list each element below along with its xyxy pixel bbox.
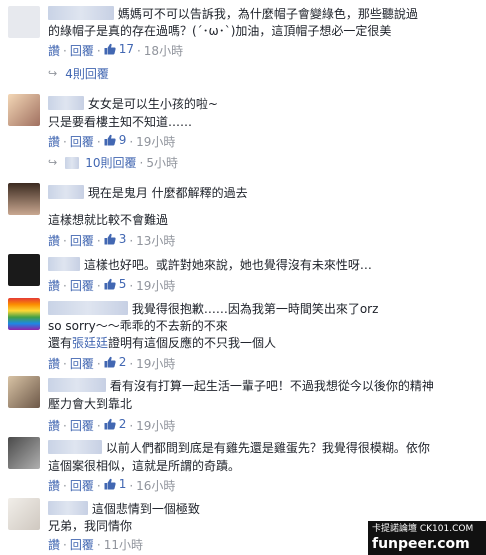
timestamp[interactable]: 18小時	[144, 44, 183, 58]
reply-link[interactable]: 回覆	[70, 135, 94, 149]
comment-text: 還有	[48, 336, 73, 350]
watermark-line1: 卡提諾論壇 CK101.COM	[372, 524, 474, 534]
comment-text: 這樣也好吧。或許對她來說，她也覺得沒有未來性呀…	[83, 258, 372, 272]
avatar[interactable]	[8, 183, 40, 215]
like-link[interactable]: 讚	[48, 44, 60, 58]
comment-text: 這個案很相似，這就是所謂的奇蹟。	[48, 459, 241, 473]
comment-text: 看有沒有打算一起生活一輩子吧！不過我想從今以後你的精神	[109, 379, 434, 393]
thumbs-up-icon	[104, 43, 116, 55]
view-replies-link[interactable]: ↪ 10則回覆 · 5小時	[48, 155, 178, 171]
like-link[interactable]: 讚	[48, 135, 60, 149]
comment-text: 我覺得很抱歉……因為我第一時間笑出來了orz	[131, 302, 379, 316]
timestamp: 5小時	[146, 156, 178, 170]
comment-text: 這個悲情到一個極致	[91, 502, 200, 516]
timestamp[interactable]: 19小時	[136, 135, 175, 149]
thumbs-up-icon	[104, 418, 116, 430]
watermark-line2: funpeer.com	[372, 536, 470, 552]
like-link[interactable]: 讚	[48, 419, 60, 433]
thumbs-up-icon	[104, 134, 116, 146]
timestamp[interactable]: 19小時	[136, 419, 175, 433]
like-link[interactable]: 讚	[48, 279, 60, 293]
comment-text: 只是要看樓主知不知道……	[48, 115, 193, 129]
like-link[interactable]: 讚	[48, 234, 60, 248]
comment-text: 女女是可以生小孩的啦~	[87, 97, 218, 111]
thumbs-up-icon	[104, 278, 116, 290]
reply-link[interactable]: 回覆	[70, 44, 94, 58]
like-link[interactable]: 讚	[48, 479, 60, 493]
watermark: 卡提諾論壇 CK101.COM funpeer.com	[368, 521, 486, 555]
comment-actions: 讚 · 回覆 · 9 · 19小時	[48, 132, 176, 149]
reply-link[interactable]: 回覆	[70, 538, 94, 552]
comment-actions: 讚 · 回覆 · 2 · 19小時	[48, 354, 176, 371]
comment-text: 現在是鬼月 什麼都解釋的過去	[87, 186, 248, 200]
commenter-name[interactable]	[48, 378, 106, 392]
thumbs-up-icon	[104, 233, 116, 245]
like-count[interactable]: 17	[104, 41, 134, 57]
reply-link[interactable]: 回覆	[70, 419, 94, 433]
commenter-name[interactable]	[48, 96, 84, 110]
like-count[interactable]: 2	[104, 416, 126, 432]
tagged-user-link[interactable]: 張廷廷	[72, 336, 108, 350]
commenter-name[interactable]	[48, 501, 88, 515]
comment-actions: 讚 · 回覆 · 3 · 13小時	[48, 231, 176, 248]
like-count[interactable]: 3	[104, 231, 126, 247]
commenter-name[interactable]	[48, 6, 114, 20]
comment-text: so sorry～～乖乖的不去新的不來	[48, 319, 228, 333]
comment-actions: 讚 · 回覆 · 11小時	[48, 538, 143, 552]
avatar[interactable]	[8, 376, 40, 408]
thumbs-up-icon	[104, 356, 116, 368]
reply-arrow-icon: ↪	[48, 67, 58, 80]
like-link[interactable]: 讚	[48, 357, 60, 371]
comment-actions: 讚 · 回覆 · 17 · 18小時	[48, 41, 184, 58]
comment-text: 證明有這個反應的不只我一個人	[108, 336, 277, 350]
like-link[interactable]: 讚	[48, 538, 60, 552]
comment-actions: 讚 · 回覆 · 2 · 19小時	[48, 416, 176, 433]
avatar[interactable]	[8, 94, 40, 126]
commenter-name[interactable]	[48, 301, 128, 315]
comment-text: 以前人們都問到底是有雞先還是雞蛋先？我覺得很模糊。依你	[105, 441, 430, 455]
timestamp[interactable]: 11小時	[104, 538, 143, 552]
timestamp[interactable]: 16小時	[136, 479, 175, 493]
comment-text: 兄弟，我同情你	[48, 519, 133, 533]
comment-actions: 讚 · 回覆 · 1 · 16小時	[48, 476, 176, 493]
avatar[interactable]	[8, 6, 40, 38]
reply-arrow-icon: ↪	[48, 156, 58, 169]
commenter-name[interactable]	[48, 440, 102, 454]
commenter-name[interactable]	[48, 185, 84, 199]
commenter-name[interactable]	[48, 257, 80, 271]
reply-link[interactable]: 回覆	[70, 279, 94, 293]
timestamp[interactable]: 13小時	[136, 234, 175, 248]
timestamp[interactable]: 19小時	[136, 357, 175, 371]
avatar[interactable]	[8, 498, 40, 530]
like-count[interactable]: 1	[104, 476, 126, 492]
avatar[interactable]	[8, 437, 40, 469]
thumbs-up-icon	[104, 478, 116, 490]
comment-text: 壓力會大到靠北	[48, 397, 133, 411]
comment-actions: 讚 · 回覆 · 5 · 19小時	[48, 276, 176, 293]
like-count[interactable]: 9	[104, 132, 126, 148]
comment-text: 這樣想就比較不會難過	[48, 213, 169, 227]
reply-link[interactable]: 回覆	[70, 479, 94, 493]
view-replies-link[interactable]: ↪ 4則回覆	[48, 66, 109, 82]
reply-link[interactable]: 回覆	[70, 357, 94, 371]
comment-text: 的綠帽子是真的存在過嗎？(´･ω･`)加油，這頂帽子想必一定很美	[48, 24, 392, 38]
like-count[interactable]: 5	[104, 276, 126, 292]
avatar[interactable]	[8, 298, 40, 330]
reply-link[interactable]: 回覆	[70, 234, 94, 248]
timestamp[interactable]: 19小時	[136, 279, 175, 293]
comment-text: 媽媽可不可以告訴我，為什麼帽子會變綠色，那些聽說過	[117, 7, 418, 21]
avatar[interactable]	[8, 254, 40, 286]
replier-avatar	[65, 157, 80, 169]
like-count[interactable]: 2	[104, 354, 126, 370]
